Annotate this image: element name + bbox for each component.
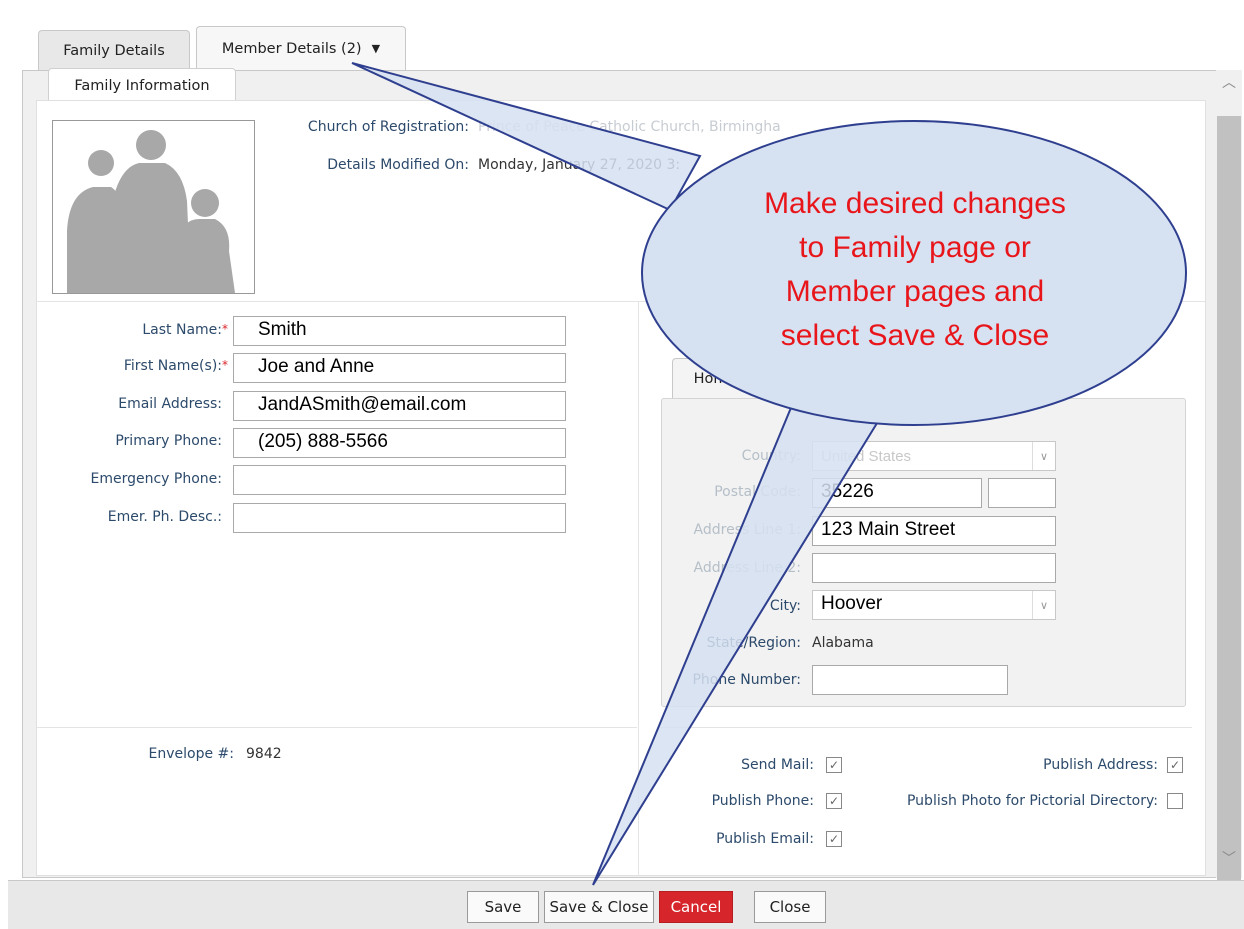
divider-vertical xyxy=(638,302,639,876)
emergency-phone-label: Emergency Phone: xyxy=(90,471,223,487)
tab-family-details[interactable]: Family Details xyxy=(38,30,190,70)
close-button[interactable]: Close xyxy=(754,891,826,923)
tab-member-details[interactable]: Member Details (2) ▼ xyxy=(196,26,406,70)
tab-address-home[interactable]: Home xyxy=(672,358,758,399)
primary-phone-label: Primary Phone: xyxy=(115,433,222,449)
chevron-down-icon: ▼ xyxy=(371,42,381,55)
callout-line-1: Make desired changes xyxy=(764,187,1066,220)
country-select[interactable]: United States ∨ xyxy=(812,441,1056,471)
modified-label: Details Modified On: xyxy=(327,157,469,173)
church-value: Prince of Peace Catholic Church, Birming… xyxy=(478,119,781,135)
family-silhouette-icon xyxy=(67,130,235,293)
family-photo xyxy=(52,120,255,294)
phone-number-input[interactable] xyxy=(812,665,1008,695)
envelope-label: Envelope #: xyxy=(148,746,234,762)
publish-photo-label: Publish Photo for Pictorial Directory: xyxy=(906,793,1158,809)
first-name-input[interactable]: Joe and Anne xyxy=(233,353,566,383)
tab-family-information-label: Family Information xyxy=(74,77,210,94)
envelope-value: 9842 xyxy=(246,746,282,762)
scroll-up-icon[interactable]: ︿ xyxy=(1216,72,1242,92)
modified-value: Monday, January 27, 2020 3: xyxy=(478,157,681,173)
address-line2-label: Address Line 2: xyxy=(693,560,801,576)
last-name-input[interactable]: Smith xyxy=(233,316,566,346)
phone-number-label: Phone Number: xyxy=(692,672,801,688)
postal-label: Postal Code: xyxy=(714,484,801,500)
chevron-down-icon: ∨ xyxy=(1032,442,1055,470)
emergency-phone-input[interactable] xyxy=(233,465,566,495)
city-label: City: xyxy=(769,598,801,614)
state-label: State/Region: xyxy=(706,635,801,651)
city-select-value: Hoover xyxy=(821,593,883,614)
address-line2-input[interactable] xyxy=(812,553,1056,583)
country-label: Country: xyxy=(741,448,801,464)
emer-desc-label: Emer. Ph. Desc.: xyxy=(107,509,222,525)
publish-phone-label: Publish Phone: xyxy=(711,793,814,809)
emer-desc-input[interactable] xyxy=(233,503,566,533)
required-mark: * xyxy=(222,322,228,336)
postal-ext-input[interactable] xyxy=(988,478,1056,508)
send-mail-label: Send Mail: xyxy=(741,757,814,773)
church-label: Church of Registration: xyxy=(307,119,469,135)
city-select[interactable]: Hoover ∨ xyxy=(812,590,1056,620)
divider-envelope xyxy=(37,727,637,728)
publish-address-label: Publish Address: xyxy=(1043,757,1158,773)
last-name-label: Last Name:* xyxy=(142,322,228,338)
scroll-down-icon[interactable]: ﹀ xyxy=(1216,848,1242,868)
save-button[interactable]: Save xyxy=(467,891,539,923)
required-mark: * xyxy=(222,358,228,372)
heading-remnant xyxy=(230,0,500,12)
publish-photo-checkbox[interactable] xyxy=(1167,793,1183,809)
email-input[interactable]: JandASmith@email.com xyxy=(233,391,566,421)
callout-line-2: to Family page or xyxy=(799,231,1031,264)
callout-text: Make desired changes to Family page or M… xyxy=(650,182,1180,358)
tab-family-information[interactable]: Family Information xyxy=(48,68,236,102)
chevron-down-icon: ∨ xyxy=(1032,591,1055,619)
address-line1-input[interactable]: 123 Main Street xyxy=(812,516,1056,546)
email-label: Email Address: xyxy=(118,396,222,412)
state-value: Alabama xyxy=(812,635,874,651)
send-mail-checkbox[interactable]: ✓ xyxy=(826,757,842,773)
country-select-value: United States xyxy=(821,448,912,465)
publish-address-checkbox[interactable]: ✓ xyxy=(1167,757,1183,773)
scrollbar[interactable]: ︿ ﹀ xyxy=(1216,70,1242,904)
cancel-button[interactable]: Cancel xyxy=(659,891,733,923)
divider-options xyxy=(660,727,1192,728)
publish-email-checkbox[interactable]: ✓ xyxy=(826,831,842,847)
first-name-label: First Name(s):* xyxy=(123,358,228,374)
publish-email-label: Publish Email: xyxy=(716,831,814,847)
postal-code-input[interactable]: 35226 xyxy=(812,478,982,508)
address-line1-label: Address Line 1: xyxy=(693,522,801,538)
primary-phone-input[interactable]: (205) 888-5566 xyxy=(233,428,566,458)
address-tab-ghost xyxy=(762,364,944,399)
tab-family-details-label: Family Details xyxy=(63,42,165,59)
tab-address-home-label: Home xyxy=(693,371,737,387)
scrollbar-thumb[interactable] xyxy=(1217,116,1241,904)
callout-line-3: Member pages and xyxy=(785,275,1045,308)
tab-member-details-label: Member Details (2) xyxy=(221,40,362,57)
save-close-button[interactable]: Save & Close xyxy=(544,891,654,923)
callout-line-4: select Save & Close xyxy=(780,319,1050,352)
publish-phone-checkbox[interactable]: ✓ xyxy=(826,793,842,809)
